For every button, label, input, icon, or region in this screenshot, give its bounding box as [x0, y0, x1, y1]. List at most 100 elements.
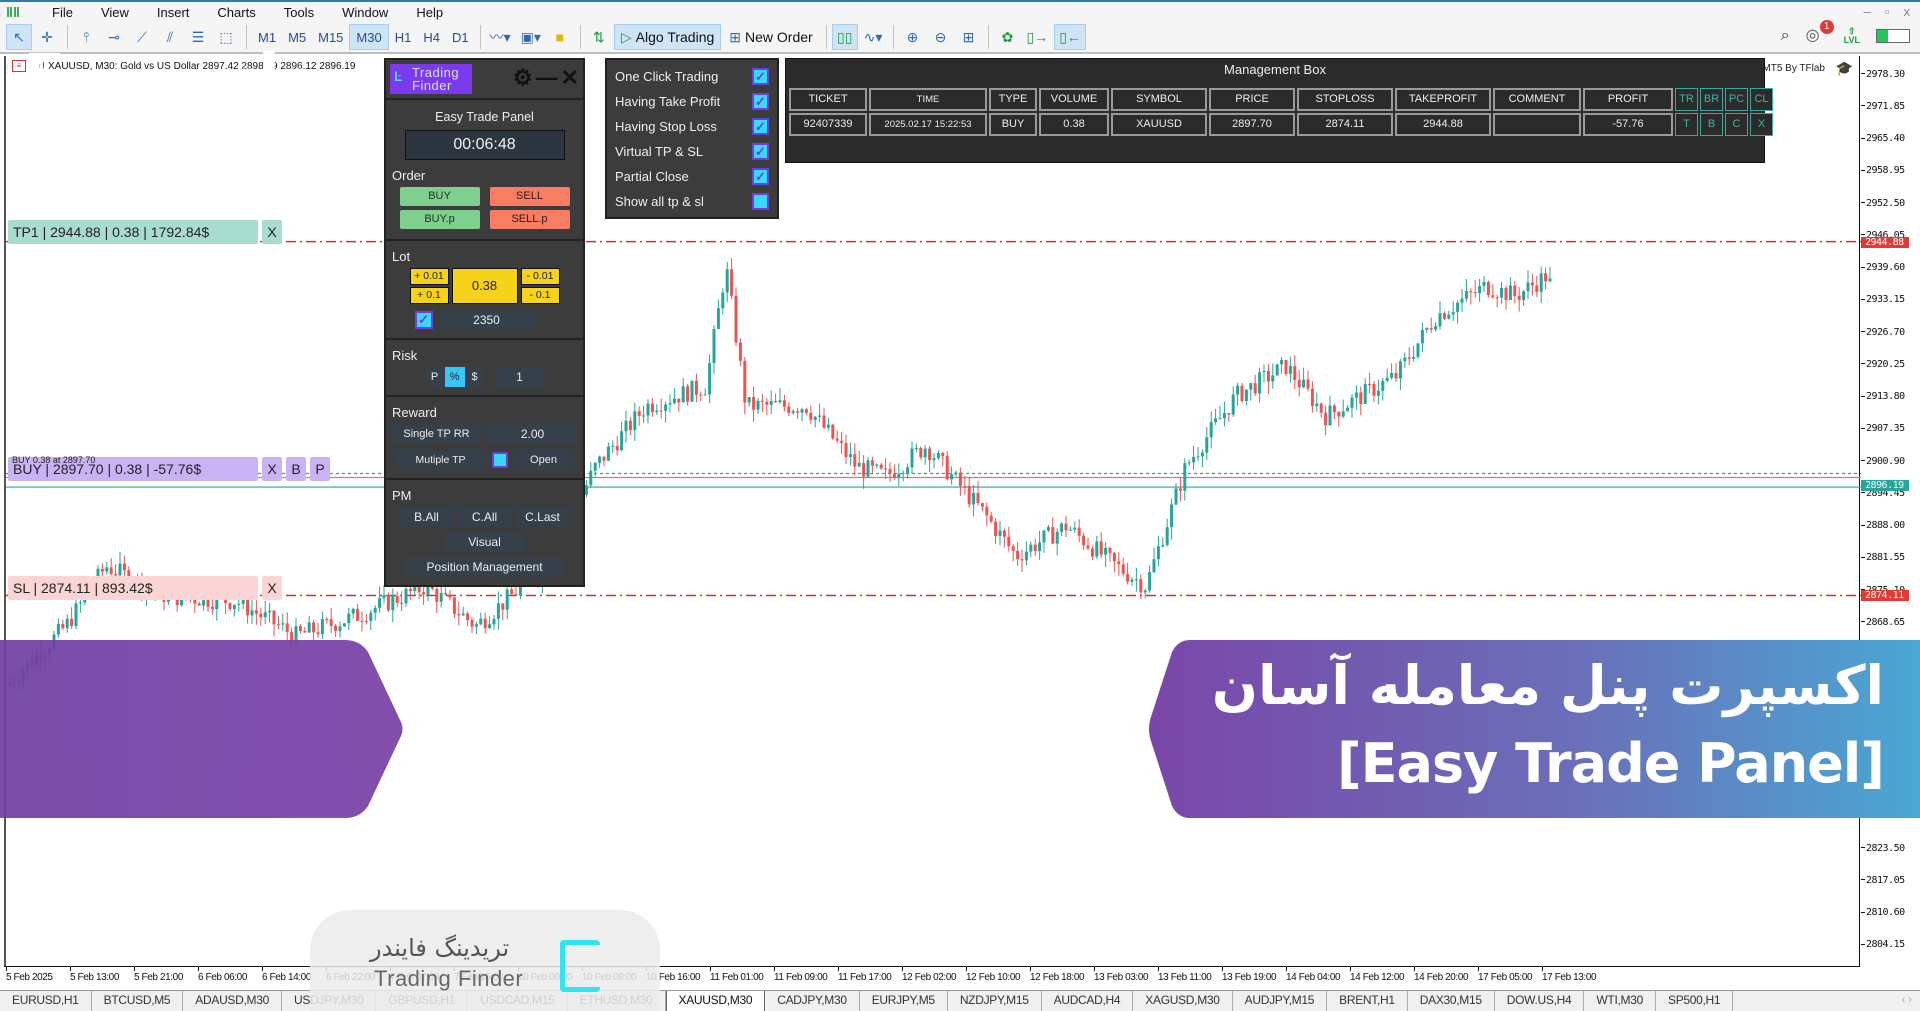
new-order-button[interactable]: ⊞ New Order — [723, 24, 818, 50]
menu-file[interactable]: File — [38, 5, 87, 20]
risk-percent-option[interactable]: % — [444, 367, 465, 387]
multiple-tp-checkbox[interactable] — [491, 452, 508, 468]
option-row[interactable]: Partial Close ✓ — [615, 164, 769, 189]
option-checkbox[interactable]: ✓ — [752, 143, 769, 160]
algo-trading-button[interactable]: ▷ Algo Trading — [613, 24, 722, 50]
position-management-button[interactable]: Position Management — [404, 557, 565, 577]
timeframe-d1[interactable]: D1 — [446, 24, 475, 50]
lot-mode-checkbox[interactable]: ✓ — [414, 311, 433, 329]
option-row[interactable]: Having Take Profit ✓ — [615, 89, 769, 114]
lot-plus-001-button[interactable]: + 0.01 — [409, 268, 449, 285]
line-chart-icon[interactable]: ∿▾ — [860, 24, 887, 50]
option-checkbox[interactable]: ✓ — [752, 193, 769, 210]
sell-button[interactable]: SELL — [489, 187, 570, 206]
settings-gear-icon[interactable]: ⚙ — [513, 66, 533, 90]
close-icon[interactable]: ✕ — [561, 66, 579, 90]
option-checkbox[interactable]: ✓ — [752, 93, 769, 110]
row-action-button[interactable]: C — [1725, 113, 1748, 136]
buy-breakeven-button[interactable]: B — [286, 457, 306, 481]
symbol-tab[interactable]: EURJPY,M5 — [860, 991, 948, 1011]
restore-icon[interactable]: ▫ — [1885, 4, 1890, 19]
menu-window[interactable]: Window — [328, 5, 402, 20]
symbol-tab[interactable]: ADAUSD,M30 — [183, 991, 282, 1011]
menu-charts[interactable]: Charts — [203, 5, 269, 20]
settings-gear-icon[interactable]: ✿ — [994, 24, 1020, 50]
buy-button[interactable]: BUY — [399, 187, 480, 206]
buy-partial-button[interactable]: P — [310, 457, 330, 481]
sell-pending-button[interactable]: SELL.p — [489, 210, 570, 229]
symbol-tab[interactable]: DOW.US,H4 — [1495, 991, 1585, 1011]
rr-value-input[interactable]: 2.00 — [487, 424, 578, 444]
symbol-tab[interactable]: AUDJPY,M15 — [1233, 991, 1328, 1011]
indicators-icon[interactable]: 〰▾ — [486, 24, 515, 50]
close-last-button[interactable]: C.Last — [515, 507, 570, 527]
lot-points-input[interactable]: 2350 — [438, 310, 535, 330]
option-row[interactable]: Having Stop Loss ✓ — [615, 114, 769, 139]
timeframe-h1[interactable]: H1 — [389, 24, 418, 50]
tile-windows-icon[interactable]: ⊞ — [955, 24, 981, 50]
risk-value-input[interactable]: 1 — [494, 367, 545, 387]
option-row[interactable]: Show all tp & sl ✓ — [615, 189, 769, 214]
row-action-button[interactable]: B — [1700, 113, 1723, 136]
zoom-in-icon[interactable]: ⊕ — [899, 24, 925, 50]
multiple-tp-button[interactable]: Mutiple TP — [395, 450, 486, 470]
lot-value-input[interactable]: 0.38 — [451, 268, 518, 304]
symbol-tab[interactable]: AUDCAD,H4 — [1042, 991, 1134, 1011]
symbol-tab[interactable]: SP500,H1 — [1656, 991, 1734, 1011]
single-tp-rr-button[interactable]: Single TP RR — [391, 424, 482, 444]
one-click-trading-icon[interactable]: ⇅ — [586, 24, 612, 50]
action-header[interactable]: TR — [1675, 88, 1698, 111]
search-icon[interactable]: ⌕ — [1781, 27, 1790, 45]
time-axis[interactable]: 5 Feb 2025 5 Feb 13:00 5 Feb 21:00 6 Feb 06… — [4, 966, 1860, 990]
timeframe-h4[interactable]: H4 — [417, 24, 446, 50]
option-checkbox[interactable]: ✓ — [752, 68, 769, 85]
menu-help[interactable]: Help — [402, 5, 457, 20]
option-checkbox[interactable]: ✓ — [752, 118, 769, 135]
symbol-tab[interactable]: XAUUSD,M30 — [665, 991, 766, 1011]
chart-shift-icon[interactable]: ▯← — [1054, 24, 1086, 50]
close-all-button[interactable]: C.All — [457, 507, 512, 527]
symbol-tab[interactable]: BRENT,H1 — [1327, 991, 1408, 1011]
price-axis[interactable]: 2978.30 2971.85 2965.40 2958.95 2952.50 2946.… — [1861, 56, 1920, 966]
sl-close-button[interactable]: X — [262, 576, 282, 600]
risk-dollar-option[interactable]: $ — [464, 367, 485, 387]
option-row[interactable]: Virtual TP & SL ✓ — [615, 139, 769, 164]
symbol-tab[interactable]: DAX30,M15 — [1408, 991, 1495, 1011]
option-checkbox[interactable]: ✓ — [752, 168, 769, 185]
row-action-button[interactable]: X — [1750, 113, 1773, 136]
sl-line-label[interactable]: SL | 2874.11 | 893.42$ — [8, 576, 258, 600]
profiles-icon[interactable]: ■ — [547, 24, 573, 50]
notifications-button[interactable]: ◎ 1 — [1806, 20, 1834, 47]
buy-pending-button[interactable]: BUY.p — [399, 210, 480, 229]
lot-minus-01-button[interactable]: - 0.1 — [520, 287, 560, 304]
lot-minus-001-button[interactable]: - 0.01 — [520, 268, 560, 285]
action-header[interactable]: CL — [1750, 88, 1773, 111]
open-multiple-tp-button[interactable]: Open — [513, 450, 574, 470]
risk-points-option[interactable]: P — [424, 367, 445, 387]
symbol-tab[interactable]: NZDJPY,M15 — [948, 991, 1042, 1011]
symbol-tab[interactable]: WTI,M30 — [1584, 991, 1656, 1011]
lot-plus-01-button[interactable]: + 0.1 — [409, 287, 449, 304]
row-action-button[interactable]: T — [1675, 113, 1698, 136]
menu-tools[interactable]: Tools — [270, 5, 328, 20]
panel-header[interactable]: Ŀ Trading Finder ⚙ — ✕ — [386, 60, 583, 100]
breakeven-all-button[interactable]: B.All — [399, 507, 454, 527]
autoscroll-icon[interactable]: ▯→ — [1022, 24, 1052, 50]
timeframe-m30[interactable]: M30 — [349, 24, 389, 50]
minimize-icon[interactable]: – — [1864, 4, 1871, 19]
zoom-out-icon[interactable]: ⊖ — [927, 24, 953, 50]
menu-insert[interactable]: Insert — [143, 5, 204, 20]
minimize-icon[interactable]: — — [536, 66, 558, 90]
action-header[interactable]: PC — [1725, 88, 1748, 111]
symbol-tab[interactable]: BTCUSD,M5 — [92, 991, 184, 1011]
templates-icon[interactable]: ▣▾ — [517, 24, 545, 50]
candlestick-chart-icon[interactable]: ▯▯ — [831, 24, 858, 50]
menu-view[interactable]: View — [87, 5, 143, 20]
chart-area[interactable]: ≡ ▭ XAUUSD, M30: Gold vs US Dollar 2897.… — [4, 56, 1862, 966]
symbol-tab[interactable]: CADJPY,M30 — [765, 991, 860, 1011]
action-header[interactable]: BR — [1700, 88, 1723, 111]
symbol-tab[interactable]: EURUSD,H1 — [0, 991, 92, 1011]
symbol-tab[interactable]: XAGUSD,M30 — [1133, 991, 1233, 1011]
tp-close-button[interactable]: X — [262, 220, 282, 244]
tab-scroll-arrows-icon[interactable]: ‹ › — [1902, 994, 1912, 1006]
